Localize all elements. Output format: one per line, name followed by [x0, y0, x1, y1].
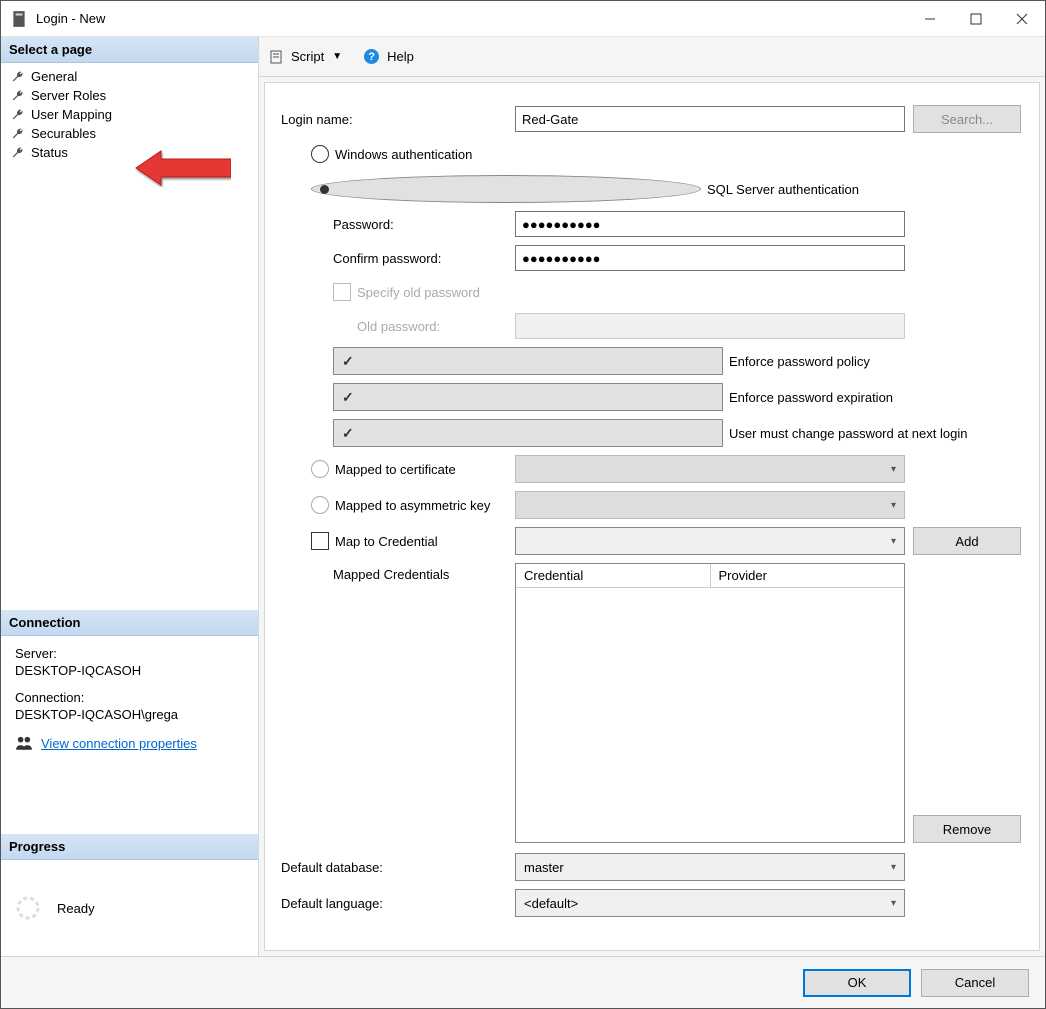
- default-language-label: Default language:: [281, 896, 515, 911]
- annotation-arrow-icon: [131, 149, 231, 187]
- default-language-select[interactable]: <default>▾: [515, 889, 905, 917]
- mapped-cert-radio: [311, 460, 329, 478]
- spinner-icon: [15, 895, 41, 921]
- connection-header: Connection: [1, 610, 258, 636]
- sidebar: Select a page General Server Roles User …: [1, 37, 259, 956]
- sidebar-item-securables[interactable]: Securables: [1, 124, 258, 143]
- map-credential-select[interactable]: ▾: [515, 527, 905, 555]
- remove-button[interactable]: Remove: [913, 815, 1021, 843]
- enforce-policy-label: Enforce password policy: [729, 354, 870, 369]
- server-value: DESKTOP-IQCASOH: [15, 663, 244, 678]
- minimize-button[interactable]: [907, 1, 953, 37]
- page-label: Status: [31, 145, 68, 160]
- chevron-down-icon: ▾: [891, 862, 896, 873]
- sidebar-item-server-roles[interactable]: Server Roles: [1, 86, 258, 105]
- help-button[interactable]: Help: [387, 49, 414, 64]
- old-password-input: [515, 313, 905, 339]
- titlebar: Login - New: [1, 1, 1045, 37]
- must-change-checkbox[interactable]: [333, 419, 723, 447]
- sql-auth-radio[interactable]: [311, 175, 701, 203]
- credential-column: Credential: [516, 564, 711, 587]
- windows-auth-radio[interactable]: [311, 145, 329, 163]
- connection-label: Connection:: [15, 690, 244, 705]
- chevron-down-icon: ▾: [891, 898, 896, 909]
- map-credential-label: Map to Credential: [335, 534, 438, 549]
- dialog-footer: OK Cancel: [1, 956, 1045, 1008]
- default-database-select[interactable]: master▾: [515, 853, 905, 881]
- select-page-header: Select a page: [1, 37, 258, 63]
- sidebar-item-user-mapping[interactable]: User Mapping: [1, 105, 258, 124]
- search-button[interactable]: Search...: [913, 105, 1021, 133]
- mapped-credentials-label: Mapped Credentials: [281, 563, 515, 582]
- password-label: Password:: [281, 217, 515, 232]
- content-pane: Script ▼ ? Help Login name: Search... Wi…: [259, 37, 1045, 956]
- mapped-asym-label: Mapped to asymmetric key: [335, 498, 490, 513]
- enforce-expire-label: Enforce password expiration: [729, 390, 893, 405]
- wrench-icon: [11, 89, 25, 103]
- mapped-cert-select: ▾: [515, 455, 905, 483]
- login-name-label: Login name:: [281, 112, 515, 127]
- mapped-asym-radio: [311, 496, 329, 514]
- enforce-expire-checkbox[interactable]: [333, 383, 723, 411]
- provider-column: Provider: [711, 564, 905, 587]
- close-button[interactable]: [999, 1, 1045, 37]
- ok-button[interactable]: OK: [803, 969, 911, 997]
- wrench-icon: [11, 146, 25, 160]
- old-password-label: Old password:: [281, 319, 515, 334]
- server-label: Server:: [15, 646, 244, 661]
- specify-old-password-checkbox: [333, 283, 351, 301]
- chevron-down-icon: ▾: [891, 500, 896, 511]
- password-input[interactable]: [515, 211, 905, 237]
- chevron-down-icon: ▾: [891, 536, 896, 547]
- toolbar: Script ▼ ? Help: [259, 37, 1045, 77]
- connection-info: Server: DESKTOP-IQCASOH Connection: DESK…: [1, 636, 258, 762]
- progress-box: Ready: [1, 860, 258, 956]
- window-title: Login - New: [36, 11, 907, 26]
- chevron-down-icon: ▾: [891, 464, 896, 475]
- cancel-button[interactable]: Cancel: [921, 969, 1029, 997]
- specify-old-password-label: Specify old password: [357, 285, 480, 300]
- enforce-policy-checkbox[interactable]: [333, 347, 723, 375]
- default-database-label: Default database:: [281, 860, 515, 875]
- page-label: General: [31, 69, 77, 84]
- windows-auth-label: Windows authentication: [335, 147, 472, 162]
- connection-value: DESKTOP-IQCASOH\grega: [15, 707, 244, 722]
- page-label: Server Roles: [31, 88, 106, 103]
- view-connection-properties-link[interactable]: View connection properties: [41, 736, 197, 751]
- add-button[interactable]: Add: [913, 527, 1021, 555]
- must-change-label: User must change password at next login: [729, 426, 967, 441]
- help-icon: ?: [364, 49, 379, 64]
- sidebar-item-general[interactable]: General: [1, 67, 258, 86]
- progress-header: Progress: [1, 834, 258, 860]
- page-label: User Mapping: [31, 107, 112, 122]
- page-label: Securables: [31, 126, 96, 141]
- maximize-button[interactable]: [953, 1, 999, 37]
- sql-auth-label: SQL Server authentication: [707, 182, 859, 197]
- app-icon: [10, 10, 28, 28]
- script-dropdown-icon[interactable]: ▼: [332, 51, 342, 62]
- login-name-input[interactable]: [515, 106, 905, 132]
- credentials-table[interactable]: Credential Provider: [515, 563, 905, 843]
- wrench-icon: [11, 108, 25, 122]
- script-button[interactable]: Script: [291, 49, 324, 64]
- mapped-cert-label: Mapped to certificate: [335, 462, 456, 477]
- wrench-icon: [11, 127, 25, 141]
- progress-status: Ready: [57, 901, 95, 916]
- people-icon: [15, 734, 33, 752]
- map-credential-checkbox[interactable]: [311, 532, 329, 550]
- form-body: Login name: Search... Windows authentica…: [264, 82, 1040, 951]
- script-icon: [269, 50, 283, 64]
- confirm-password-label: Confirm password:: [281, 251, 515, 266]
- confirm-password-input[interactable]: [515, 245, 905, 271]
- mapped-asym-select: ▾: [515, 491, 905, 519]
- wrench-icon: [11, 70, 25, 84]
